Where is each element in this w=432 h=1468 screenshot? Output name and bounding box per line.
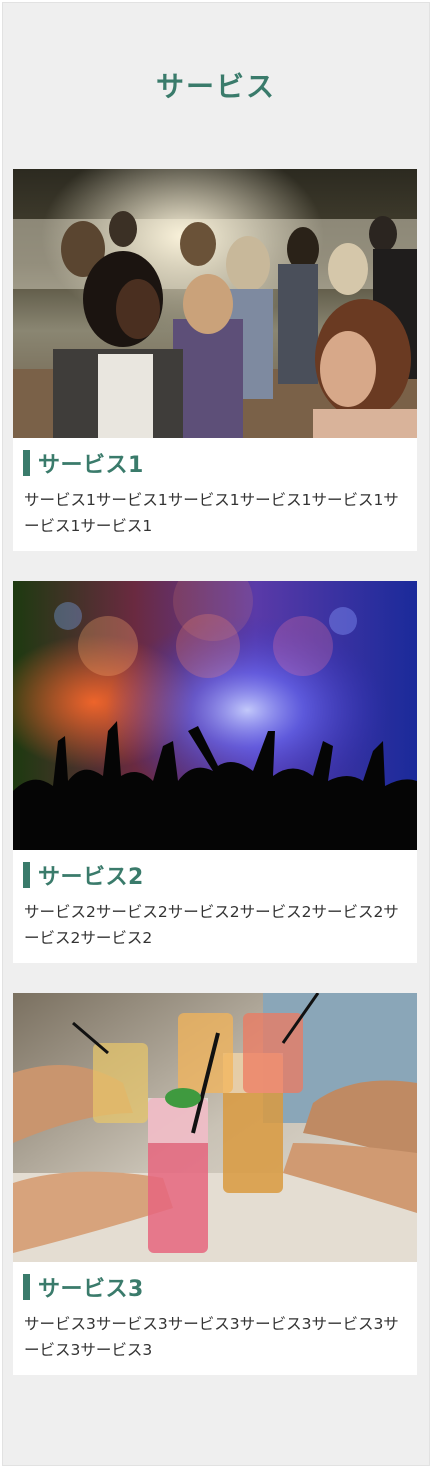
heading-accent-bar	[23, 862, 30, 888]
service-heading: サービス1	[23, 450, 144, 478]
heading-accent-bar	[23, 450, 30, 476]
service-card[interactable]: サービス1 サービス1サービス1サービス1サービス1サービス1サービス1サービス…	[13, 169, 417, 551]
service-title: サービス2	[38, 865, 144, 890]
service-description: サービス3サービス3サービス3サービス3サービス3サービス3サービス3	[24, 1315, 399, 1359]
service-heading: サービス3	[23, 1274, 144, 1302]
service-title: サービス1	[38, 453, 144, 478]
page: サービス サービス1 サービス1サービス1サービス1サービス1サービス1サービス…	[2, 2, 430, 1466]
service-description: サービス2サービス2サービス2サービス2サービス2サービス2サービス2	[24, 903, 399, 947]
service-image-concert	[13, 581, 417, 850]
section-title: サービス	[155, 70, 276, 103]
service-title: サービス3	[38, 1277, 144, 1302]
heading-accent-bar	[23, 1274, 30, 1300]
service-card[interactable]: サービス2 サービス2サービス2サービス2サービス2サービス2サービス2サービス…	[13, 581, 417, 963]
service-description: サービス1サービス1サービス1サービス1サービス1サービス1サービス1	[24, 491, 399, 535]
service-image-dancing	[13, 169, 417, 438]
service-image-cocktails	[13, 993, 417, 1262]
service-heading: サービス2	[23, 862, 144, 890]
service-card[interactable]: サービス3 サービス3サービス3サービス3サービス3サービス3サービス3サービス…	[13, 993, 417, 1375]
